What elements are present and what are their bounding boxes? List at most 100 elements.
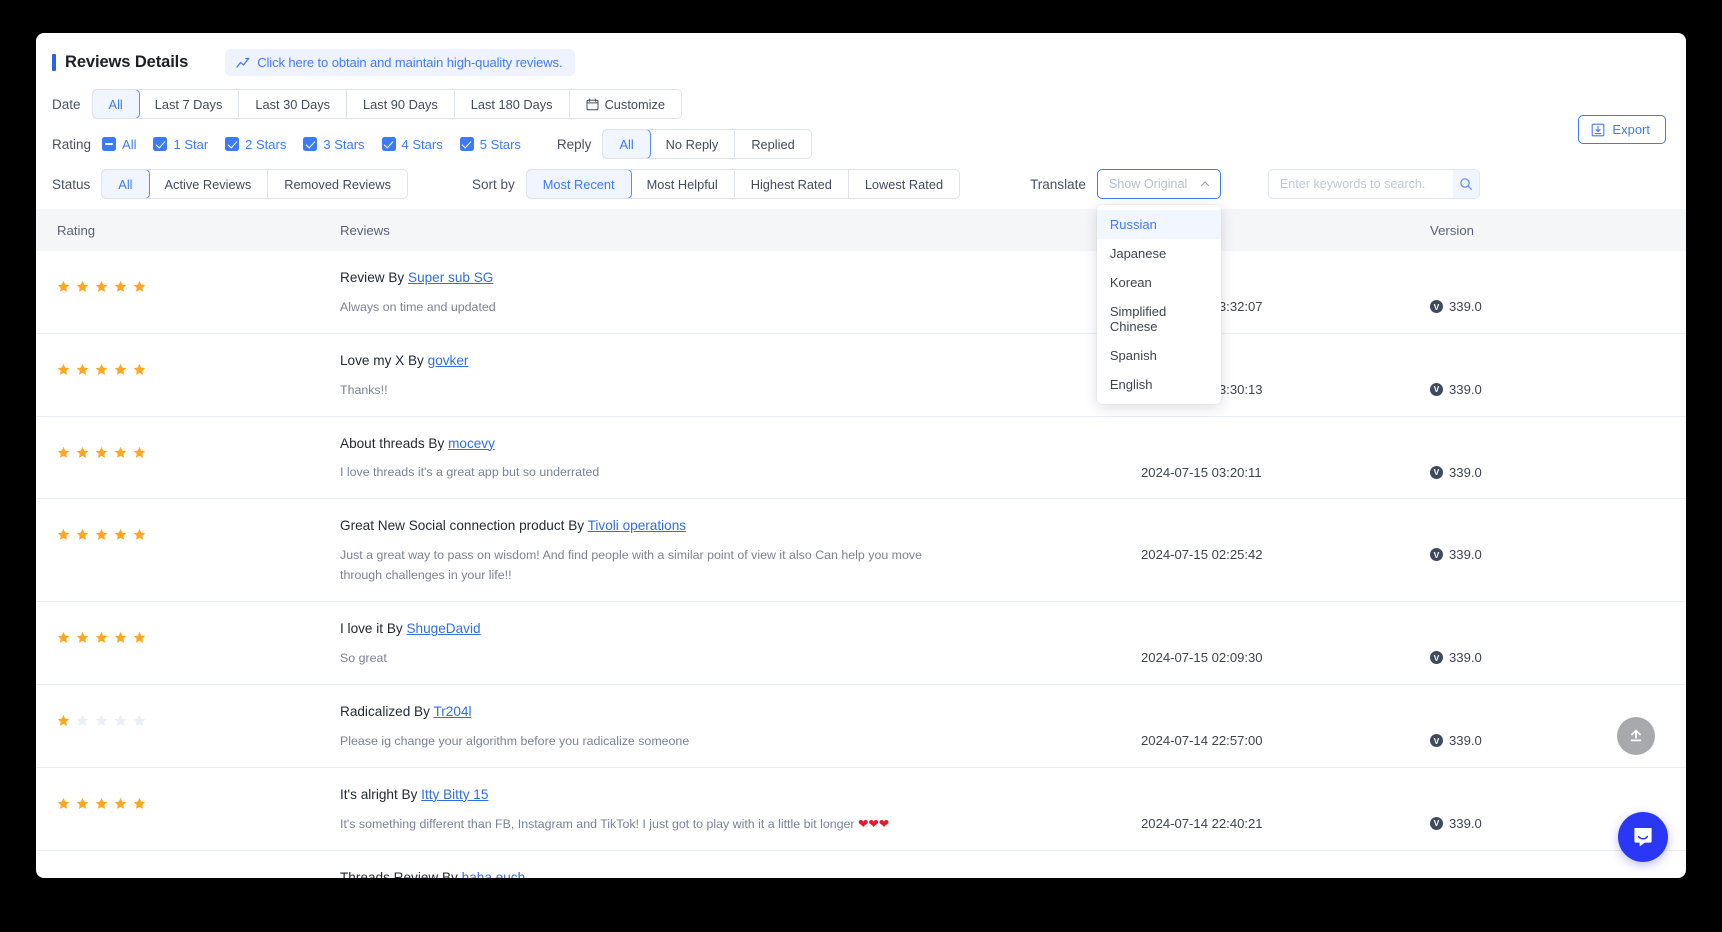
sort-option-most-recent[interactable]: Most Recent <box>526 170 632 198</box>
version-badge: V339.0 <box>1430 619 1686 665</box>
star-filled-icon <box>95 797 108 809</box>
date-option-all[interactable]: All <box>92 90 140 118</box>
reply-option-replied[interactable]: Replied <box>735 130 811 158</box>
export-button[interactable]: Export <box>1578 115 1666 144</box>
translate-option-russian[interactable]: Russian <box>1096 210 1221 239</box>
review-title: It's alright By Itty Bitty 15 <box>340 786 489 802</box>
review-date: 2024-07-14 22:57:00 <box>1141 733 1263 749</box>
review-author-link[interactable]: Super sub SG <box>408 270 493 285</box>
column-header-version: Version <box>1430 222 1474 238</box>
version-value: 339.0 <box>1449 547 1482 563</box>
status-option-active-reviews[interactable]: Active Reviews <box>148 170 269 198</box>
date-option-last-7-days[interactable]: Last 7 Days <box>138 90 240 118</box>
review-author-link[interactable]: govker <box>428 353 469 368</box>
review-date: 2024-07-14 22:40:21 <box>1141 815 1263 831</box>
search-button[interactable] <box>1452 170 1479 198</box>
table-row[interactable]: Love my X By govkerThanks!!2024-07-15 03… <box>36 334 1686 417</box>
table-row[interactable]: I love it By ShugeDavid So great 2024-07-1… <box>36 602 1686 686</box>
version-value: 339.0 <box>1449 464 1482 480</box>
table-row[interactable]: Threads Review By haha euchGreat I guess… <box>36 851 1686 878</box>
cell-rating <box>36 702 336 727</box>
table-row[interactable]: Radicalized By Tr204l Please ig change yo… <box>36 685 1686 768</box>
review-title: Radicalized By Tr204l <box>340 704 472 720</box>
chat-launcher-button[interactable] <box>1618 812 1668 862</box>
promo-banner-link[interactable]: Click here to obtain and maintain high-q… <box>225 49 576 76</box>
calendar-icon <box>586 98 599 110</box>
status-option-all[interactable]: All <box>102 170 150 198</box>
cell-date: 2024-07-14 22:57:00 <box>1141 702 1426 748</box>
review-author-link[interactable]: haha euch <box>462 870 526 878</box>
review-title: Threads Review By haha euch <box>340 868 1141 878</box>
sort-option-most-helpful[interactable]: Most Helpful <box>630 170 735 198</box>
review-author-link[interactable]: Tivoli operations <box>588 518 686 533</box>
translate-option-spanish[interactable]: Spanish <box>1097 341 1221 370</box>
status-option-removed-reviews[interactable]: Removed Reviews <box>268 170 407 198</box>
table-row[interactable]: Great New Social connection product By T… <box>36 499 1686 603</box>
rating-checkbox-1-star-label: 1 Star <box>173 136 209 152</box>
status-sort-translate-row: Status All Active Reviews Removed Review… <box>52 169 1686 404</box>
star-empty-icon <box>133 714 146 726</box>
review-author-link[interactable]: ShugeDavid <box>406 621 480 636</box>
upload-arrow-icon <box>1630 729 1642 742</box>
cell-rating <box>36 351 336 376</box>
version-badge: V339.0 <box>1430 868 1686 878</box>
translate-select-wrapper: Show Original Russian Japanese Korean Si… <box>1096 169 1221 404</box>
version-badge: V339.0 <box>1430 351 1686 397</box>
star-filled-icon <box>57 529 70 541</box>
star-filled-icon <box>95 632 108 644</box>
star-filled-icon <box>76 446 89 458</box>
review-author-link[interactable]: Itty Bitty 15 <box>421 787 488 802</box>
translate-option-simplified-chinese[interactable]: Simplified Chinese <box>1097 297 1221 341</box>
translate-option-korean[interactable]: Korean <box>1097 268 1221 297</box>
cell-date: 2024-07-15 02:09:30 <box>1141 619 1426 665</box>
translate-select[interactable]: Show Original <box>1096 169 1221 199</box>
reply-option-all[interactable]: All <box>603 130 651 158</box>
scroll-to-top-button[interactable] <box>1617 717 1655 755</box>
version-badge: V339.0 <box>1430 516 1686 562</box>
star-filled-icon <box>57 632 70 644</box>
date-filter-row: Date All Last 7 Days Last 30 Days Last 9… <box>52 89 1686 119</box>
rating-checkbox-all[interactable]: All <box>102 137 136 152</box>
rating-checkbox-2-stars[interactable]: 2 Stars <box>225 137 286 152</box>
rating-checkbox-1-star[interactable]: 1 Star <box>153 137 208 152</box>
translate-option-japanese[interactable]: Japanese <box>1097 239 1221 268</box>
star-rating <box>57 785 336 810</box>
version-badge: V339.0 <box>1430 434 1686 480</box>
translate-option-english[interactable]: English <box>1097 370 1221 399</box>
rating-checkbox-4-stars-label: 4 Stars <box>401 136 443 152</box>
star-rating <box>57 516 336 541</box>
star-filled-icon <box>76 363 89 375</box>
date-option-customize[interactable]: Customize <box>569 90 682 118</box>
sort-by-label: Sort by <box>471 176 515 192</box>
rating-checkbox-5-stars-label: 5 Stars <box>479 136 521 152</box>
rating-checkbox-5-stars[interactable]: 5 Stars <box>459 136 521 152</box>
search-input[interactable] <box>1268 177 1453 191</box>
cell-date: 2024-07-15 02:25:42 <box>1141 516 1426 562</box>
cell-version: V 339.0 <box>1426 619 1686 665</box>
star-rating <box>57 268 336 293</box>
star-filled-icon <box>133 632 146 644</box>
rating-checkbox-4-stars[interactable]: 4 Stars <box>381 136 443 152</box>
reply-option-no-reply[interactable]: No Reply <box>649 130 736 158</box>
star-filled-icon <box>95 280 108 292</box>
review-author-link[interactable]: mocevy <box>448 436 495 451</box>
review-author-link[interactable]: Tr204l <box>433 704 471 719</box>
date-option-last-30-days[interactable]: Last 30 Days <box>239 90 348 118</box>
table-row[interactable]: About threads By mocevy I love threads it… <box>36 417 1686 500</box>
star-filled-icon <box>114 446 127 458</box>
checkbox-indeterminate-icon <box>102 137 117 151</box>
sort-option-highest-rated[interactable]: Highest Rated <box>734 170 849 198</box>
version-value: 339.0 <box>1449 381 1482 397</box>
filters-area: Date All Last 7 Days Last 30 Days Last 9… <box>36 76 1686 404</box>
line-chart-icon <box>236 57 250 68</box>
table-row[interactable]: It's alright By Itty Bitty 15 It's someth… <box>36 768 1686 851</box>
date-option-last-90-days[interactable]: Last 90 Days <box>347 90 455 118</box>
date-option-last-180-days[interactable]: Last 180 Days <box>454 90 570 118</box>
checkbox-checked-icon <box>381 137 396 151</box>
rating-checkbox-3-stars[interactable]: 3 Stars <box>303 137 365 152</box>
cell-review: Review By Super sub SG Always on time and… <box>336 268 1141 317</box>
sort-by-segmented-control: Most Recent Most Helpful Highest Rated L… <box>525 169 961 199</box>
cell-rating <box>36 434 336 459</box>
table-row[interactable]: Review By Super sub SG Always on time and… <box>36 251 1686 334</box>
sort-option-lowest-rated[interactable]: Lowest Rated <box>848 170 960 198</box>
